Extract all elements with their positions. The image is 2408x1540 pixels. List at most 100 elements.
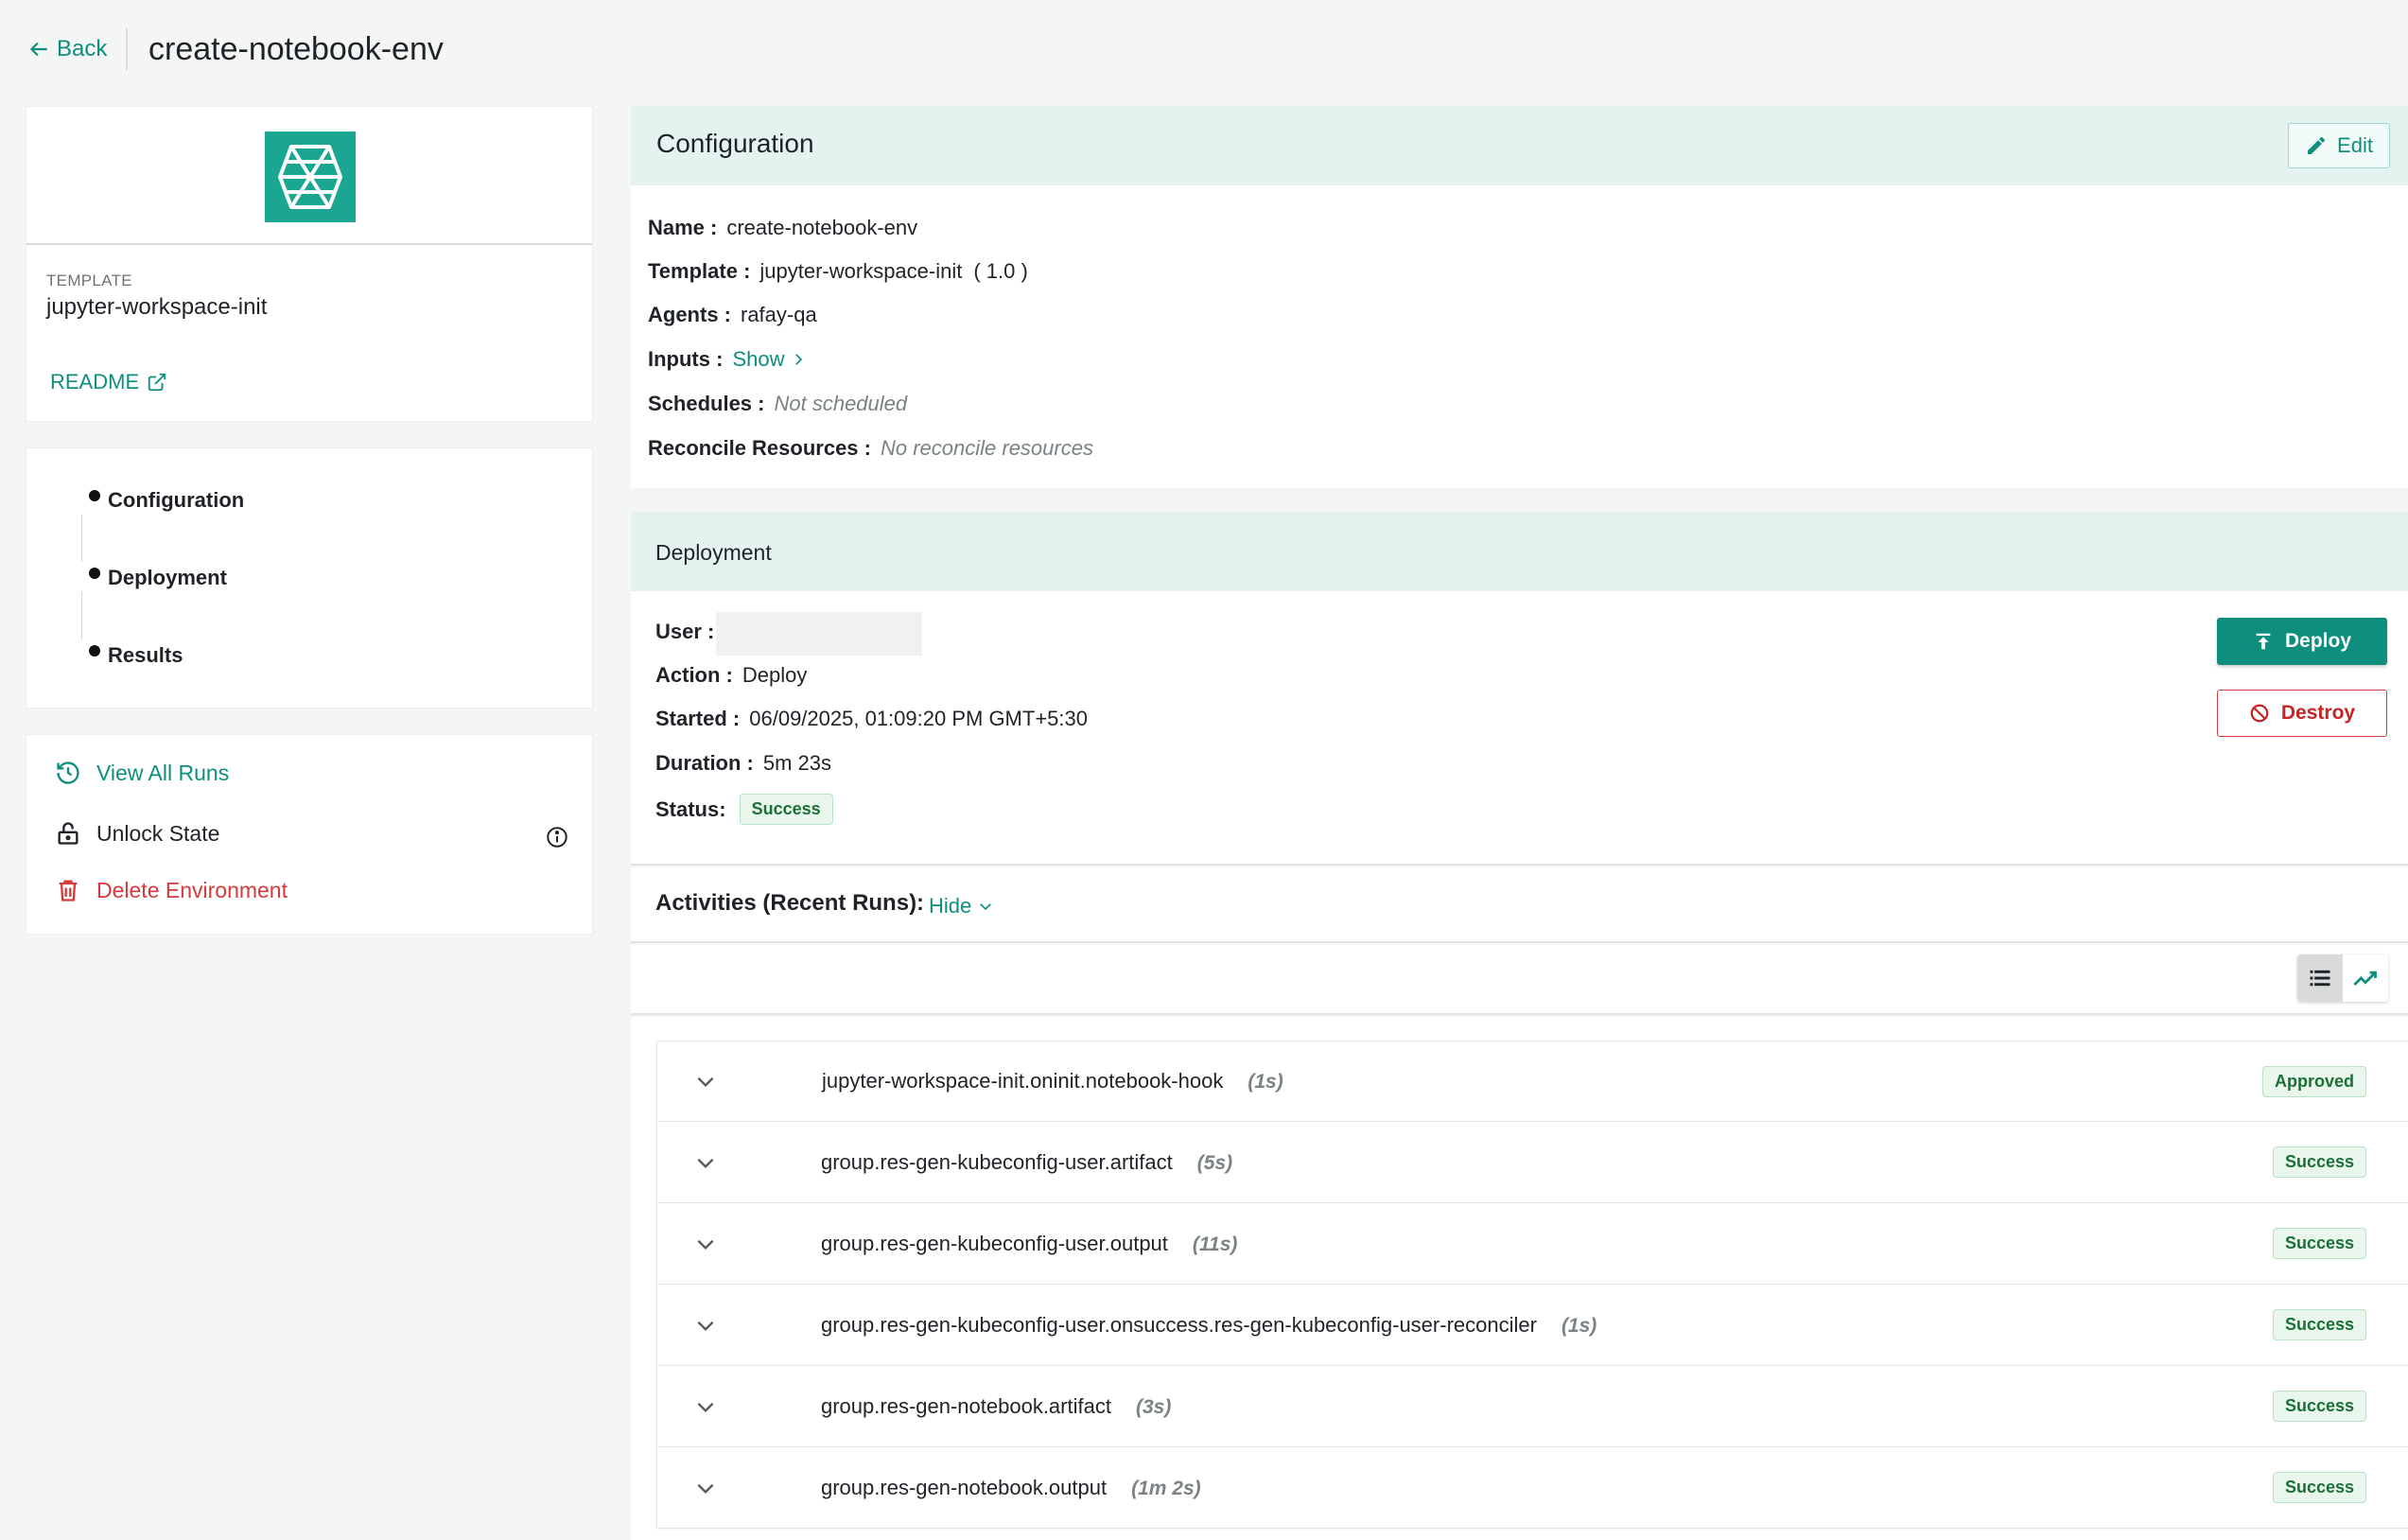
run-row[interactable]: group.res-gen-notebook.artifact (3s) Succ…: [656, 1366, 2408, 1447]
run-name: group.res-gen-kubeconfig-user.artifact (5…: [821, 1150, 1232, 1175]
deploy-duration-key: Duration :: [655, 751, 754, 775]
run-status-badge: Success: [2272, 1391, 2366, 1422]
chevron-down-icon[interactable]: [693, 1150, 718, 1175]
template-name: jupyter-workspace-init: [46, 294, 268, 320]
step-dot: [89, 568, 100, 579]
deploy-status-row: Status: Success: [655, 794, 833, 825]
run-row[interactable]: group.res-gen-kubeconfig-user.onsuccess.…: [656, 1285, 2408, 1366]
page-title: create-notebook-env: [148, 31, 444, 67]
template-logo-area: [26, 107, 592, 245]
show-inputs-link[interactable]: Show: [732, 347, 807, 372]
hide-activities-link[interactable]: Hide: [929, 894, 994, 919]
rafay-template-logo: [265, 131, 356, 222]
edit-label: Edit: [2337, 133, 2373, 157]
arrow-left-icon: [29, 42, 47, 57]
run-status-badge: Success: [2272, 1146, 2366, 1178]
unlock-icon: [58, 822, 79, 845]
deploy-label: Deploy: [2284, 630, 2351, 652]
header-divider: [126, 28, 128, 70]
list-icon: [2310, 970, 2330, 987]
chart-view-button[interactable]: [2343, 954, 2388, 1002]
template-label: TEMPLATE: [46, 271, 132, 289]
deployment-header: Deployment: [631, 512, 2408, 591]
step-deployment[interactable]: Deployment: [89, 566, 227, 590]
history-icon: [57, 761, 79, 784]
config-reconcile-value: No reconcile resources: [880, 436, 1093, 460]
step-results[interactable]: Results: [89, 643, 183, 668]
config-name-row: Name : create-notebook-env: [648, 216, 917, 240]
activities-bar: Activities (Recent Runs): Hide: [631, 867, 2408, 943]
step-label: Results: [108, 643, 183, 667]
run-row[interactable]: jupyter-workspace-init.oninit.notebook-h…: [656, 1041, 2408, 1122]
deploy-user-key: User :: [655, 620, 715, 643]
chevron-down-icon[interactable]: [693, 1394, 718, 1419]
delete-environment-label: Delete Environment: [96, 877, 288, 902]
run-row[interactable]: group.res-gen-kubeconfig-user.artifact (5…: [656, 1122, 2408, 1203]
run-name: jupyter-workspace-init.oninit.notebook-h…: [822, 1069, 1283, 1094]
config-inputs-key: Inputs :: [648, 347, 724, 371]
destroy-button[interactable]: Destroy: [2217, 690, 2387, 737]
run-name-text: group.res-gen-kubeconfig-user.onsuccess.…: [821, 1312, 1537, 1337]
config-inputs-row: Inputs : Show: [648, 347, 807, 372]
run-status-badge: Success: [2272, 1472, 2366, 1503]
step-dot: [89, 645, 100, 656]
run-name: group.res-gen-kubeconfig-user.output (11s…: [821, 1232, 1237, 1256]
deploy-started-key: Started :: [655, 707, 741, 730]
show-inputs-label: Show: [732, 347, 785, 371]
step-connector: [81, 515, 82, 562]
run-name-text: group.res-gen-kubeconfig-user.output: [821, 1231, 1168, 1255]
list-view-button[interactable]: [2297, 954, 2343, 1002]
view-all-runs-label: View All Runs: [96, 760, 230, 785]
unlock-state-label: Unlock State: [96, 820, 220, 846]
view-all-runs-link[interactable]: View All Runs: [55, 760, 229, 786]
config-name-key: Name :: [648, 216, 718, 239]
view-toggle-group: [2297, 954, 2388, 1002]
back-button[interactable]: Back: [26, 32, 107, 66]
run-status-badge: Approved: [2261, 1065, 2366, 1097]
config-reconcile-row: Reconcile Resources : No reconcile resou…: [648, 436, 1093, 461]
external-link-icon: [148, 373, 166, 392]
chevron-down-icon: [980, 903, 992, 911]
deployment-body: User : Action : Deploy Started : 06/09/2…: [631, 591, 2408, 866]
edit-button[interactable]: Edit: [2288, 123, 2390, 168]
run-duration: (1m 2s): [1131, 1477, 1201, 1499]
run-duration: (5s): [1196, 1151, 1233, 1174]
config-schedules-key: Schedules :: [648, 392, 765, 415]
run-row[interactable]: group.res-gen-kubeconfig-user.output (11s…: [656, 1203, 2408, 1285]
view-toggle-bar: [631, 945, 2408, 1015]
template-card: TEMPLATE jupyter-workspace-init README: [26, 106, 593, 422]
chevron-down-icon[interactable]: [693, 1232, 718, 1256]
steps-card: Configuration Deployment Results: [26, 447, 593, 709]
info-icon[interactable]: [545, 825, 569, 849]
trash-icon: [59, 880, 78, 901]
deploy-started-value: 06/09/2025, 01:09:20 PM GMT+5:30: [749, 707, 1088, 730]
step-dot: [89, 490, 100, 501]
deploy-action-row: Action : Deploy: [655, 663, 807, 688]
config-agents-key: Agents :: [648, 303, 731, 326]
pencil-icon: [2308, 136, 2326, 154]
run-duration: (1s): [1561, 1314, 1597, 1337]
deploy-button[interactable]: Deploy: [2217, 618, 2387, 665]
unlock-state-button[interactable]: Unlock State: [55, 820, 219, 847]
run-duration: (3s): [1135, 1395, 1172, 1418]
hide-label: Hide: [929, 894, 972, 918]
config-agents-row: Agents : rafay-qa: [648, 303, 817, 327]
run-status-badge: Success: [2272, 1309, 2366, 1340]
readme-link[interactable]: README: [50, 370, 167, 394]
chevron-down-icon[interactable]: [693, 1476, 718, 1500]
chevron-down-icon[interactable]: [693, 1313, 718, 1338]
run-name-text: jupyter-workspace-init.oninit.notebook-h…: [822, 1069, 1224, 1093]
trending-up-icon: [2353, 971, 2377, 986]
configuration-header: Configuration Edit: [631, 106, 2408, 185]
config-reconcile-key: Reconcile Resources :: [648, 436, 871, 460]
delete-environment-button[interactable]: Delete Environment: [55, 877, 288, 903]
block-icon: [2250, 704, 2269, 723]
run-row[interactable]: group.res-gen-notebook.output (1m 2s) Suc…: [656, 1447, 2408, 1529]
step-label: Configuration: [108, 488, 245, 512]
run-name-text: group.res-gen-notebook.artifact: [821, 1393, 1111, 1418]
deploy-duration-row: Duration : 5m 23s: [655, 751, 831, 776]
deploy-user-row: User :: [655, 620, 724, 644]
chevron-down-icon[interactable]: [693, 1069, 718, 1094]
deploy-action-key: Action :: [655, 663, 733, 687]
step-configuration[interactable]: Configuration: [89, 488, 245, 513]
